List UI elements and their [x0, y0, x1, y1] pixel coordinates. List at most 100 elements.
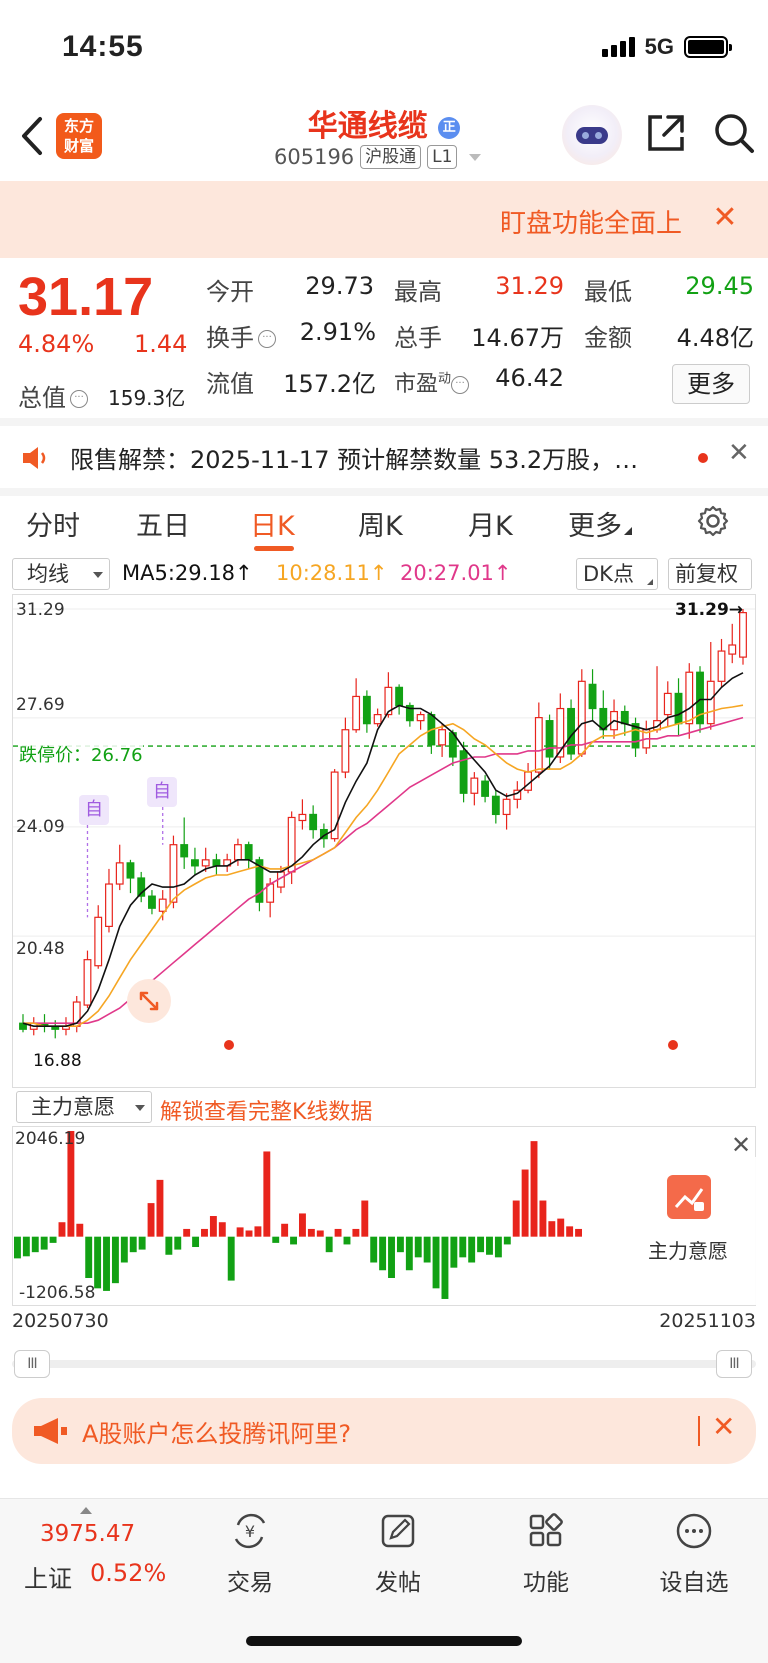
notice-bar[interactable]: 限售解禁：2025-11-17 预计解禁数量 53.2万股，… ✕ — [0, 426, 768, 488]
tab-label: 功能 — [523, 1570, 569, 1596]
main-force-bar — [575, 1228, 582, 1237]
main-force-bar — [218, 1222, 226, 1237]
status-indicators: 5G — [601, 34, 732, 60]
pe-label[interactable]: 市盈动 ··· — [394, 366, 470, 398]
ma5-label: MA5:29.18↑ — [122, 561, 253, 585]
trade-icon: ¥ — [234, 1513, 266, 1549]
expand-icon[interactable] — [127, 979, 171, 1023]
main-force-bar — [94, 1236, 102, 1289]
main-force-bar — [58, 1222, 66, 1237]
index-percent[interactable]: 0.52% — [90, 1559, 166, 1587]
ma20-label: 20:27.01↑ — [400, 561, 512, 585]
candle-body — [577, 680, 586, 755]
open-value: 29.73 — [305, 272, 374, 300]
unlock-link[interactable]: 解锁查看完整K线数据 — [160, 1094, 372, 1126]
unlock-overlay[interactable]: 主力意愿 — [619, 1157, 757, 1305]
candle-body — [126, 862, 135, 879]
main-force-bar — [450, 1236, 458, 1268]
main-force-bar — [174, 1236, 182, 1250]
candle-body — [115, 862, 124, 885]
signal-icon — [601, 37, 635, 57]
notice-close-button[interactable]: ✕ — [728, 438, 750, 468]
svg-text:¥: ¥ — [245, 1522, 255, 1541]
indicator-dropdown[interactable]: 均线 — [12, 558, 110, 590]
candle-body — [362, 695, 371, 725]
ad-close-button[interactable]: ✕ — [712, 1410, 735, 1443]
close-icon[interactable]: ✕ — [731, 1131, 751, 1159]
info-icon: ··· — [70, 390, 88, 408]
tab-monthly-k[interactable]: 月K — [468, 504, 513, 543]
index-value[interactable]: 3975.47 — [40, 1521, 135, 1547]
candle-body — [148, 895, 156, 909]
turnover-value: 2.91% — [299, 318, 376, 346]
promo-banner[interactable]: 盯盘功能全面上 ✕ — [0, 181, 768, 258]
y-tick: 20.48 — [16, 939, 65, 959]
stock-code: 605196 — [274, 145, 355, 169]
overlay-label: 主力意愿 — [648, 1239, 728, 1263]
chevron-down-icon — [135, 1105, 145, 1111]
candle-body — [201, 859, 210, 867]
event-marker[interactable]: 自 — [79, 795, 109, 825]
scroll-track[interactable] — [12, 1360, 756, 1368]
dk-point-dropdown[interactable]: DK点 — [576, 558, 658, 590]
main-force-bar — [76, 1223, 84, 1237]
ma10-label: 10:28.11↑ — [276, 561, 388, 585]
main-force-bar — [334, 1228, 342, 1237]
turnover-label[interactable]: 换手 ··· — [206, 318, 276, 353]
tab-post[interactable]: 发帖 — [348, 1511, 448, 1597]
event-marker[interactable]: 自 — [147, 777, 177, 807]
ad-banner[interactable]: A股账户怎么投腾讯阿里? ✕ — [12, 1398, 756, 1464]
market-cap-label[interactable]: 总值 ··· — [18, 378, 88, 413]
tab-trade[interactable]: ¥ 交易 — [200, 1511, 300, 1597]
main-force-bar — [103, 1236, 110, 1291]
range-scroller[interactable]: III III — [12, 1350, 756, 1378]
sub-indicator-dropdown[interactable]: 主力意愿 — [16, 1091, 152, 1123]
tab-daily-k[interactable]: 日K — [250, 504, 295, 543]
stock-code-row[interactable]: 605196 沪股通 L1 — [274, 145, 482, 169]
chevron-down-icon — [93, 572, 103, 578]
banner-close-button[interactable]: ✕ — [710, 201, 740, 235]
candle-body — [233, 844, 242, 861]
kline-chart[interactable]: 31.29 27.69 24.09 20.48 跌停价：26.76 31.29→… — [12, 594, 756, 1088]
main-force-bar — [388, 1236, 395, 1279]
main-force-bar — [530, 1141, 538, 1237]
right-drag-handle[interactable]: III — [716, 1350, 752, 1378]
tab-weekly-k[interactable]: 周K — [358, 504, 403, 543]
main-force-bar — [209, 1216, 217, 1237]
candle-body — [244, 844, 253, 861]
tab-add-watchlist[interactable]: 设自选 — [644, 1511, 744, 1597]
main-force-bar — [307, 1228, 315, 1237]
gear-icon[interactable] — [696, 504, 730, 538]
main-force-bar — [379, 1236, 387, 1271]
assistant-robot-icon[interactable] — [562, 105, 622, 165]
candle-body — [438, 729, 447, 746]
more-button[interactable]: 更多 — [672, 364, 750, 404]
verified-icon: 正 — [438, 116, 461, 139]
search-icon[interactable] — [712, 111, 756, 155]
main-force-bar — [227, 1236, 235, 1281]
share-icon[interactable] — [644, 111, 688, 155]
index-name[interactable]: 上证 — [24, 1559, 72, 1594]
main-force-bar — [352, 1228, 360, 1237]
tab-more[interactable]: 更多 — [568, 504, 632, 543]
edit-icon — [381, 1514, 415, 1548]
main-force-bar — [245, 1230, 253, 1237]
candle-body — [567, 707, 575, 755]
candle-body — [663, 692, 672, 716]
main-force-bar — [370, 1236, 378, 1263]
main-force-bar — [281, 1223, 289, 1237]
main-force-chart[interactable]: 2046.19 -1206.58 主力意愿 ✕ — [12, 1126, 757, 1306]
tab-label: 设自选 — [659, 1570, 729, 1596]
left-drag-handle[interactable]: III — [14, 1350, 50, 1378]
candle-body — [169, 844, 178, 903]
tab-functions[interactable]: 功能 — [496, 1511, 596, 1597]
divider — [0, 418, 768, 426]
tab-five-day[interactable]: 五日 — [136, 504, 190, 543]
main-force-bar — [539, 1200, 547, 1237]
main-force-bar — [183, 1228, 191, 1237]
main-force-bar — [263, 1151, 271, 1237]
adjust-button[interactable]: 前复权 — [668, 558, 752, 590]
main-force-bar — [316, 1230, 324, 1237]
candle-body — [491, 795, 500, 816]
tab-intraday[interactable]: 分时 — [26, 504, 80, 543]
